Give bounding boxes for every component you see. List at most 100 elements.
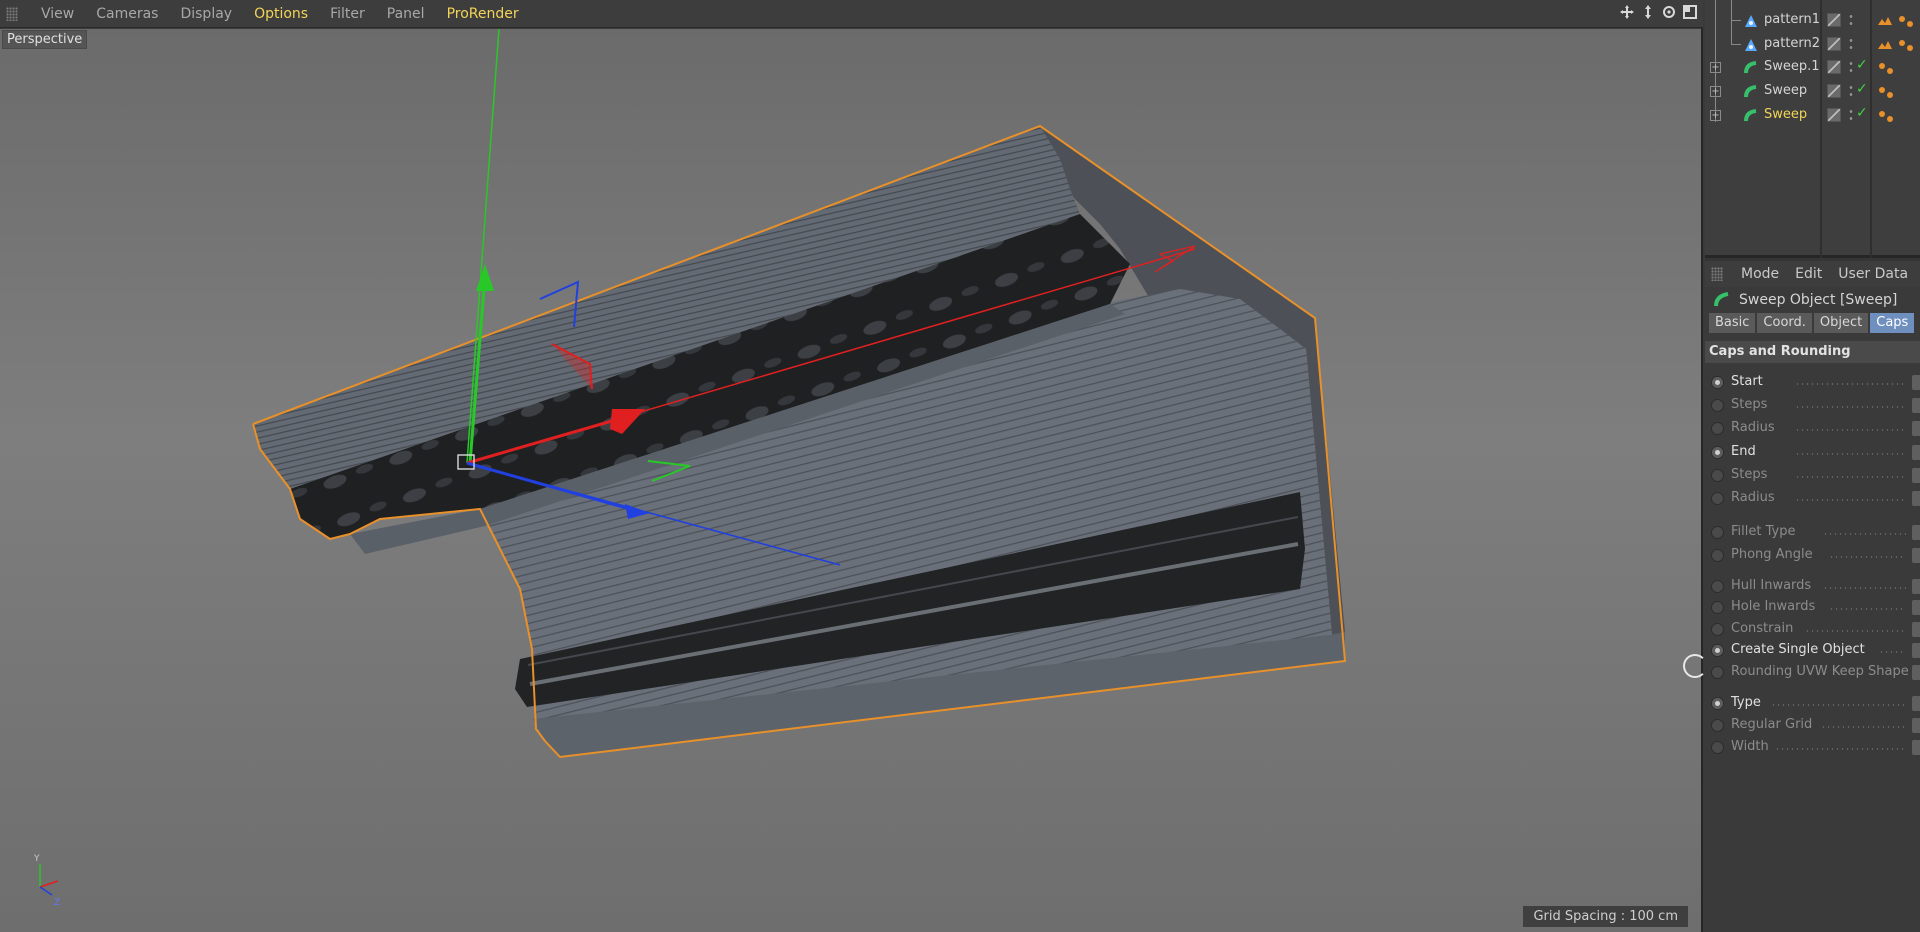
- param-fillet-type[interactable]: Fillet Type: [1705, 524, 1920, 542]
- param-hull-inwards[interactable]: Hull Inwards: [1705, 578, 1920, 596]
- param-end[interactable]: End: [1705, 444, 1920, 462]
- expand-icon[interactable]: +: [1710, 110, 1721, 121]
- object-row-sweep[interactable]: + Sweep ✓: [1705, 80, 1920, 104]
- param-field[interactable]: [1912, 696, 1920, 711]
- param-field[interactable]: [1912, 468, 1920, 483]
- param-hole-inwards[interactable]: Hole Inwards: [1705, 599, 1920, 617]
- panel-grip-icon[interactable]: [6, 6, 18, 21]
- param-checkbox[interactable]: [1912, 622, 1920, 637]
- param-type[interactable]: Type: [1705, 695, 1920, 713]
- param-phong-angle[interactable]: Phong Angle: [1705, 547, 1920, 565]
- cornice-model[interactable]: [252, 124, 1347, 759]
- animate-radio-icon[interactable]: [1711, 741, 1724, 754]
- visibility-dots-icon[interactable]: [1848, 84, 1854, 98]
- object-row-pattern1[interactable]: pattern1: [1705, 9, 1920, 33]
- param-label: Hole Inwards: [1731, 599, 1816, 614]
- animate-radio-icon[interactable]: [1711, 601, 1724, 614]
- object-name[interactable]: Sweep: [1764, 83, 1807, 98]
- menu-filter[interactable]: Filter: [319, 6, 376, 22]
- param-checkbox[interactable]: [1912, 579, 1920, 594]
- enabled-check-icon[interactable]: ✓: [1856, 81, 1868, 97]
- menu-panel[interactable]: Panel: [376, 6, 436, 22]
- animate-radio-icon[interactable]: [1711, 697, 1724, 710]
- material-tag-icon[interactable]: [1876, 13, 1916, 29]
- param-field[interactable]: [1912, 740, 1920, 755]
- enabled-check-icon[interactable]: ✓: [1856, 57, 1868, 73]
- param-steps[interactable]: Steps: [1705, 397, 1920, 415]
- menu-cameras[interactable]: Cameras: [85, 6, 169, 22]
- animate-radio-icon[interactable]: [1711, 469, 1724, 482]
- material-tag-icon[interactable]: [1876, 84, 1900, 100]
- param-checkbox[interactable]: [1912, 643, 1920, 658]
- animate-radio-icon[interactable]: [1711, 492, 1724, 505]
- animate-radio-icon[interactable]: [1711, 376, 1724, 389]
- expand-icon[interactable]: +: [1710, 86, 1721, 97]
- object-name[interactable]: pattern1: [1764, 12, 1820, 27]
- param-create-single-object[interactable]: Create Single Object: [1705, 642, 1920, 660]
- param-radius[interactable]: Radius: [1705, 420, 1920, 438]
- move-view-icon[interactable]: [1618, 3, 1636, 21]
- animate-radio-icon[interactable]: [1711, 666, 1724, 679]
- visibility-dots-icon[interactable]: [1848, 37, 1854, 51]
- viewport-panel[interactable]: View Cameras Display Options Filter Pane…: [0, 0, 1707, 932]
- param-field[interactable]: [1912, 398, 1920, 413]
- param-start[interactable]: Start: [1705, 374, 1920, 392]
- animate-radio-icon[interactable]: [1711, 719, 1724, 732]
- object-row-sweep-selected[interactable]: + Sweep ✓: [1705, 104, 1920, 128]
- material-tag-icon[interactable]: [1876, 37, 1916, 53]
- param-field[interactable]: [1912, 421, 1920, 436]
- material-tag-icon[interactable]: [1876, 108, 1900, 124]
- param-rounding-uvw-keep-shape[interactable]: Rounding UVW Keep Shape: [1705, 664, 1920, 682]
- param-field[interactable]: [1912, 525, 1920, 540]
- animate-radio-icon[interactable]: [1711, 526, 1724, 539]
- camera-label[interactable]: Perspective: [2, 30, 88, 49]
- layer-toggle-icon[interactable]: [1827, 60, 1841, 74]
- param-checkbox[interactable]: [1912, 665, 1920, 680]
- object-row-sweep-1[interactable]: + Sweep.1 ✓: [1705, 56, 1920, 80]
- menu-display[interactable]: Display: [169, 6, 243, 22]
- param-field[interactable]: [1912, 548, 1920, 563]
- 3d-scene[interactable]: Y Z: [0, 29, 1701, 932]
- enabled-check-icon[interactable]: ✓: [1856, 105, 1868, 121]
- layer-toggle-icon[interactable]: [1827, 108, 1841, 122]
- object-row-pattern2[interactable]: pattern2: [1705, 33, 1920, 57]
- viewport-canvas[interactable]: Y Z Perspective Grid Spacing : 100 cm: [0, 29, 1701, 932]
- animate-radio-icon[interactable]: [1711, 422, 1724, 435]
- object-name[interactable]: Sweep.1: [1764, 59, 1820, 74]
- param-field[interactable]: [1912, 445, 1920, 460]
- param-checkbox[interactable]: [1912, 600, 1920, 615]
- animate-radio-icon[interactable]: [1711, 549, 1724, 562]
- material-tag-icon[interactable]: [1876, 60, 1900, 76]
- animate-radio-icon[interactable]: [1711, 399, 1724, 412]
- param-field[interactable]: [1912, 375, 1920, 390]
- attribute-manager[interactable]: Mode Edit User Data Sweep Object [Sweep]…: [1705, 261, 1920, 932]
- object-name[interactable]: pattern2: [1764, 36, 1820, 51]
- toggle-view-icon[interactable]: [1681, 3, 1699, 21]
- layer-toggle-icon[interactable]: [1827, 37, 1841, 51]
- animate-radio-icon[interactable]: [1711, 644, 1724, 657]
- layer-toggle-icon[interactable]: [1827, 13, 1841, 27]
- animate-radio-icon[interactable]: [1711, 580, 1724, 593]
- param-steps-end[interactable]: Steps: [1705, 467, 1920, 485]
- animate-radio-icon[interactable]: [1711, 446, 1724, 459]
- param-checkbox[interactable]: [1912, 718, 1920, 733]
- zoom-view-icon[interactable]: [1639, 3, 1657, 21]
- visibility-dots-icon[interactable]: [1848, 60, 1854, 74]
- y-axis-handle[interactable]: [476, 264, 494, 291]
- visibility-dots-icon[interactable]: [1848, 13, 1854, 27]
- param-width[interactable]: Width: [1705, 739, 1920, 757]
- menu-options[interactable]: Options: [243, 6, 319, 22]
- param-field[interactable]: [1912, 491, 1920, 506]
- layer-toggle-icon[interactable]: [1827, 84, 1841, 98]
- param-radius-end[interactable]: Radius: [1705, 490, 1920, 508]
- object-name-selected[interactable]: Sweep: [1764, 107, 1807, 122]
- param-regular-grid[interactable]: Regular Grid: [1705, 717, 1920, 735]
- rotate-view-icon[interactable]: [1660, 3, 1678, 21]
- menu-prorender[interactable]: ProRender: [436, 6, 530, 22]
- animate-radio-icon[interactable]: [1711, 623, 1724, 636]
- visibility-dots-icon[interactable]: [1848, 108, 1854, 122]
- param-constrain[interactable]: Constrain: [1705, 621, 1920, 639]
- object-manager[interactable]: pattern1 pattern2 + Sweep.1 ✓ + Sweep ✓ …: [1705, 0, 1920, 258]
- expand-icon[interactable]: +: [1710, 62, 1721, 73]
- menu-view[interactable]: View: [30, 6, 85, 22]
